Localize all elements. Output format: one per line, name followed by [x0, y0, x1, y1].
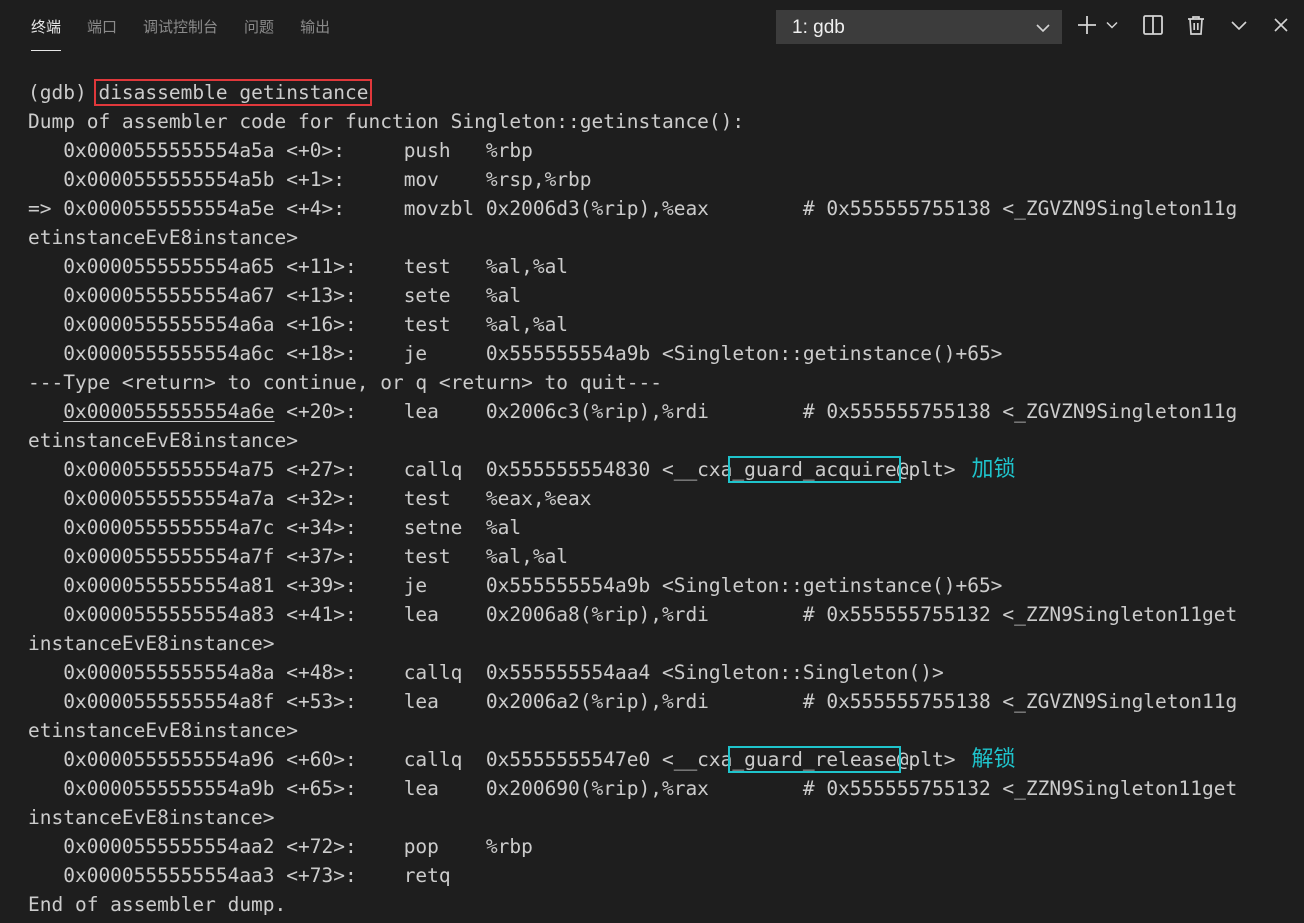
terminal-line: 0x0000555555554a5b <+1>: mov %rsp,%rbp	[28, 165, 592, 194]
terminal-line: 0x0000555555554a96 <+60>: callq 0x555555…	[28, 745, 956, 774]
address-link[interactable]: 0x0000555555554a6e	[63, 400, 274, 423]
terminal-line: 0x0000555555554a6e <+20>: lea 0x2006c3(%…	[28, 397, 1237, 426]
terminal-text: 0x0000555555554a7f <+37>: test %al,%al	[28, 545, 569, 568]
terminal-line: 0x0000555555554a8f <+53>: lea 0x2006a2(%…	[28, 687, 1237, 716]
terminal-line: 0x0000555555554a9b <+65>: lea 0x200690(%…	[28, 774, 1237, 803]
terminal-line: instanceEvE8instance>	[28, 629, 275, 658]
terminal-text: 0x0000555555554a81 <+39>: je 0x555555554…	[28, 574, 1003, 597]
terminal-text: 0x0000555555554a6c <+18>: je 0x555555554…	[28, 342, 1003, 365]
terminal-text: Dump of assembler code for function Sing…	[28, 110, 745, 133]
highlighted-symbol: _guard_acquire	[732, 458, 897, 481]
panel-tabs: 终端 端口 调试控制台 问题 输出	[18, 0, 343, 56]
panel-header: 终端 端口 调试控制台 问题 输出 1: gdb	[0, 0, 1304, 56]
terminal-line: 0x0000555555554a81 <+39>: je 0x555555554…	[28, 571, 1002, 600]
terminal-line: instanceEvE8instance>	[28, 803, 275, 832]
terminal-line: etinstanceEvE8instance>	[28, 223, 298, 252]
terminal-text: 0x0000555555554a7c <+34>: setne %al	[28, 516, 522, 539]
terminal-text: 0x0000555555554a75 <+27>: callq 0x555555…	[28, 458, 733, 481]
terminal-line: etinstanceEvE8instance>	[28, 716, 298, 745]
terminal-line: 0x0000555555554a8a <+48>: callq 0x555555…	[28, 658, 944, 687]
gdb-command-line: (gdb) disassemble getinstance	[28, 78, 368, 107]
terminal-select-value: 1: gdb	[792, 17, 845, 38]
terminal-text: 0x0000555555554a5a <+0>: push %rbp	[28, 139, 533, 162]
tab-debug-console[interactable]: 调试控制台	[130, 0, 231, 56]
terminal-line: 0x0000555555554a6a <+16>: test %al,%al	[28, 310, 568, 339]
terminal-text: ---Type <return> to continue, or q <retu…	[28, 371, 662, 394]
terminal-text: 0x0000555555554a6a <+16>: test %al,%al	[28, 313, 569, 336]
terminal-line: 0x0000555555554a7c <+34>: setne %al	[28, 513, 521, 542]
terminal-text: 0x0000555555554aa3 <+73>: retq	[28, 864, 451, 887]
terminal-line: 0x0000555555554a5a <+0>: push %rbp	[28, 136, 533, 165]
plus-icon[interactable]	[1074, 10, 1100, 40]
terminal-line: etinstanceEvE8instance>	[28, 426, 298, 455]
tab-terminal[interactable]: 终端	[18, 0, 74, 56]
terminal-text: 0x0000555555554a83 <+41>: lea 0x2006a8(%…	[28, 603, 1238, 626]
terminal-text: @plt>	[896, 458, 956, 481]
terminal-text: (gdb)	[28, 81, 99, 104]
tab-problems[interactable]: 问题	[231, 0, 287, 56]
terminal-text: 0x0000555555554a5b <+1>: mov %rsp,%rbp	[28, 168, 592, 191]
terminal-line: 0x0000555555554aa3 <+73>: retq	[28, 861, 451, 890]
terminal-text: 0x0000555555554a67 <+13>: sete %al	[28, 284, 522, 307]
terminal-line: 0x0000555555554a7f <+37>: test %al,%al	[28, 542, 568, 571]
terminal-text: 0x0000555555554aa2 <+72>: pop %rbp	[28, 835, 533, 858]
gdb-command-text: disassemble getinstance	[98, 81, 369, 104]
tab-ports[interactable]: 端口	[74, 0, 130, 56]
highlighted-symbol: _guard_release	[732, 748, 897, 771]
terminal-output[interactable]: (gdb) disassemble getinstance Dump of ass…	[0, 78, 1304, 923]
terminal-line: => 0x0000555555554a5e <+4>: movzbl 0x200…	[28, 194, 1237, 223]
terminal-text: 0x0000555555554a65 <+11>: test %al,%al	[28, 255, 569, 278]
terminal-line: Dump of assembler code for function Sing…	[28, 107, 744, 136]
terminal-line: End of assembler dump.	[28, 890, 286, 919]
terminal-text: End of assembler dump.	[28, 893, 287, 916]
tab-output[interactable]: 输出	[287, 0, 343, 56]
terminal-text: instanceEvE8instance>	[28, 806, 275, 829]
terminal-line: 0x0000555555554a65 <+11>: test %al,%al	[28, 252, 568, 281]
terminal-line: 0x0000555555554aa2 <+72>: pop %rbp	[28, 832, 533, 861]
chevron-down-icon	[1036, 18, 1050, 37]
terminal-text: 0x0000555555554a8f <+53>: lea 0x2006a2(%…	[28, 690, 1238, 713]
terminal-text: etinstanceEvE8instance>	[28, 429, 299, 452]
terminal-line: ---Type <return> to continue, or q <retu…	[28, 368, 662, 397]
terminal-text: etinstanceEvE8instance>	[28, 226, 299, 249]
terminal-text: 0x0000555555554a7a <+32>: test %eax,%eax	[28, 487, 592, 510]
terminal-select-dropdown[interactable]: 1: gdb	[776, 10, 1062, 44]
terminal-text: 0x0000555555554a9b <+65>: lea 0x200690(%…	[28, 777, 1238, 800]
terminal-text: 0x0000555555554a96 <+60>: callq 0x555555…	[28, 748, 733, 771]
terminal-text: <+20>: lea 0x2006c3(%rip),%rdi # 0x55555…	[274, 400, 1238, 423]
annotation-label: 加锁	[971, 457, 1016, 482]
terminal-line: 0x0000555555554a7a <+32>: test %eax,%eax	[28, 484, 592, 513]
terminal-text: => 0x0000555555554a5e <+4>: movzbl 0x200…	[28, 197, 1238, 220]
annotation-label: 解锁	[971, 747, 1016, 772]
split-icon[interactable]	[1139, 10, 1167, 40]
terminal-line: 0x0000555555554a67 <+13>: sete %al	[28, 281, 521, 310]
terminal-text: etinstanceEvE8instance>	[28, 719, 299, 742]
trash-icon[interactable]	[1182, 10, 1210, 40]
terminal-line: 0x0000555555554a6c <+18>: je 0x555555554…	[28, 339, 1002, 368]
chevron-down-icon[interactable]	[1226, 10, 1252, 40]
chevron-down-icon[interactable]	[1101, 10, 1123, 40]
terminal-text: @plt>	[896, 748, 956, 771]
terminal-text: 0x0000555555554a8a <+48>: callq 0x555555…	[28, 661, 944, 684]
terminal-text: instanceEvE8instance>	[28, 632, 275, 655]
close-icon[interactable]	[1268, 10, 1294, 40]
terminal-line: 0x0000555555554a83 <+41>: lea 0x2006a8(%…	[28, 600, 1237, 629]
terminal-line: 0x0000555555554a75 <+27>: callq 0x555555…	[28, 455, 956, 484]
